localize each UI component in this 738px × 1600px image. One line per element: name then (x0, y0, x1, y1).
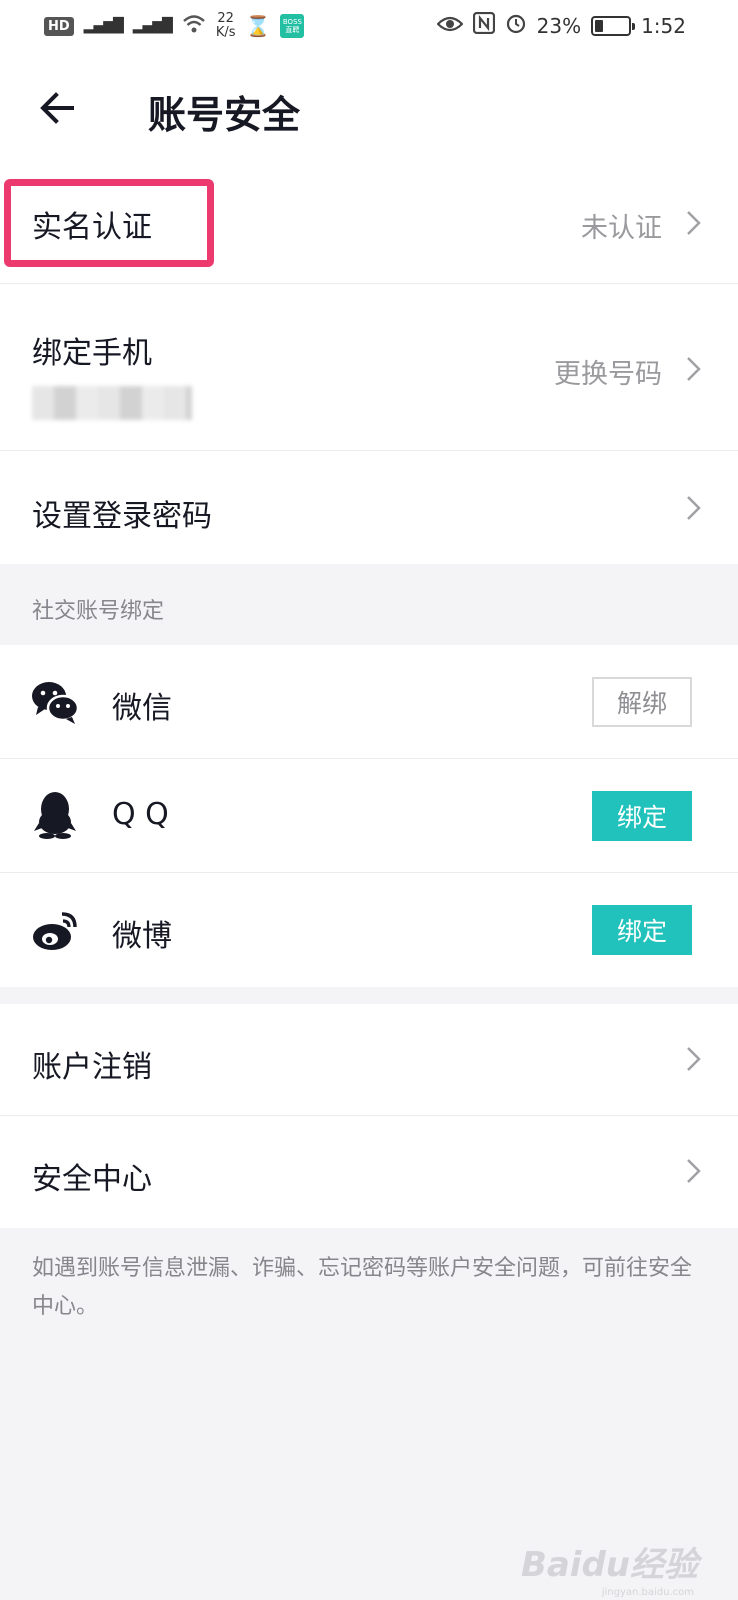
battery-percent: 23% (536, 13, 582, 38)
qq-label: Q Q (112, 797, 169, 832)
social-row-wechat: 微信 解绑 (0, 645, 738, 759)
security-tip-text: 如遇到账号信息泄漏、诈骗、忘记密码等账户安全问题，可前往安全中心。 (32, 1256, 693, 1319)
status-bar-left: HD ▂▄▆█ ▂▄▆█ 22 K/s ⌛ BOSS直聘 (44, 12, 305, 40)
weibo-icon (30, 905, 80, 955)
hd-badge: HD (44, 16, 74, 36)
header: 账号安全 (0, 52, 738, 164)
back-arrow-icon (40, 92, 74, 124)
account-cancellation-row[interactable]: 账户注销 (0, 1004, 738, 1116)
highlight-annotation-box (4, 179, 214, 267)
baidu-watermark: Baidu经验 (520, 1545, 698, 1585)
page-title: 账号安全 (148, 93, 301, 137)
status-bar: HD ▂▄▆█ ▂▄▆█ 22 K/s ⌛ BOSS直聘 23% 1:52 (0, 0, 738, 52)
security-center-row[interactable]: 安全中心 (0, 1116, 738, 1228)
network-speed: 22 K/s (216, 12, 236, 40)
change-number-link: 更换号码 (554, 359, 662, 390)
hourglass-icon: ⌛ (245, 14, 271, 38)
chevron-right-icon (682, 1156, 704, 1186)
network-speed-value: 22 (217, 11, 234, 26)
qq-icon (30, 789, 80, 839)
social-section-title: 社交账号绑定 (32, 599, 165, 624)
masked-phone-number (32, 386, 192, 420)
set-login-password-row[interactable]: 设置登录密码 (0, 451, 738, 564)
social-row-weibo: 微博 绑定 (0, 873, 738, 987)
boss-app-icon: BOSS直聘 (280, 14, 305, 38)
chevron-right-icon (682, 1044, 704, 1074)
eye-icon (436, 14, 464, 38)
account-cancellation-label: 账户注销 (32, 1050, 152, 1085)
security-center-label: 安全中心 (32, 1162, 152, 1197)
alarm-icon (505, 12, 527, 39)
signal-icon: ▂▄▆█ (83, 18, 124, 34)
wechat-icon (30, 677, 80, 727)
set-login-password-label: 设置登录密码 (32, 499, 212, 534)
signal-4g-icon: ▂▄▆█ (132, 18, 173, 34)
network-speed-unit: K/s (215, 25, 236, 40)
nfc-icon (472, 11, 495, 39)
chevron-right-icon (682, 493, 704, 523)
chevron-right-icon (682, 354, 704, 384)
battery-icon (591, 15, 636, 36)
wechat-label: 微信 (112, 691, 172, 726)
social-row-qq: Q Q 绑定 (0, 759, 738, 873)
chevron-right-icon (682, 208, 704, 238)
real-name-status: 未认证 (581, 213, 662, 244)
status-bar-right: 23% 1:52 (436, 11, 686, 39)
bind-phone-label: 绑定手机 (32, 336, 152, 371)
baidu-watermark-url: jingyan.baidu.com (601, 1587, 694, 1598)
back-button[interactable] (36, 86, 80, 130)
weibo-label: 微博 (112, 919, 172, 954)
wechat-unbind-button[interactable]: 解绑 (592, 677, 692, 727)
wifi-icon (182, 14, 206, 39)
clock: 1:52 (641, 13, 686, 38)
bind-phone-row[interactable]: 绑定手机 更换号码 (0, 284, 738, 451)
qq-bind-button[interactable]: 绑定 (592, 791, 692, 841)
weibo-bind-button[interactable]: 绑定 (592, 905, 692, 955)
